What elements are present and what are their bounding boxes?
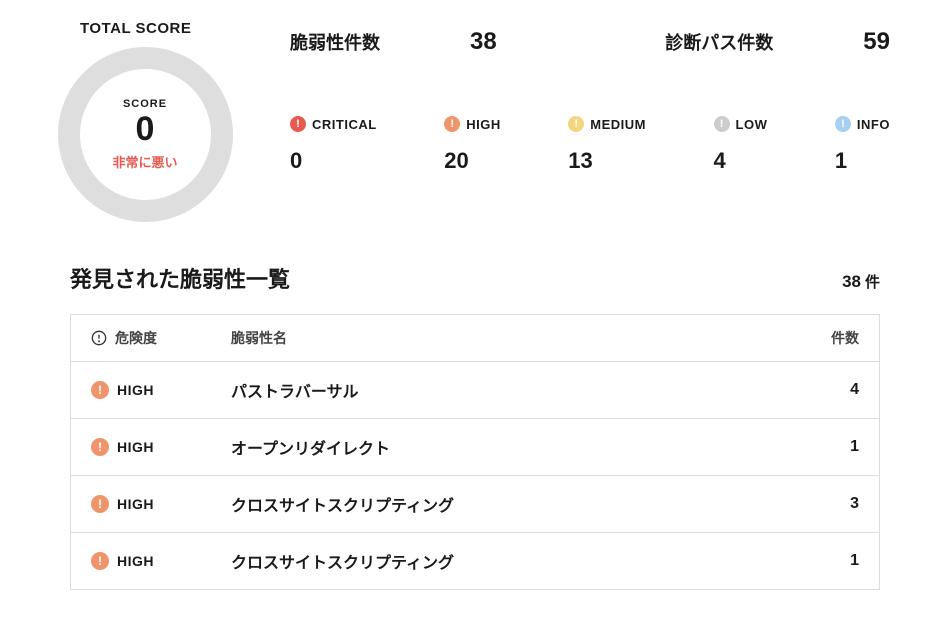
score-column: TOTAL SCORE SCORE 0 非常に悪い — [40, 20, 250, 222]
col-header-count: 件数 — [799, 328, 859, 348]
severity-critical: ! CRITICAL 0 — [290, 116, 377, 174]
row-severity: ! HIGH — [91, 438, 231, 456]
score-gauge-value: 0 — [136, 112, 155, 146]
alert-icon: ! — [568, 116, 584, 132]
col-header-severity: 危険度 — [91, 328, 231, 348]
table-row[interactable]: ! HIGH オープンリダイレクト 1 — [71, 419, 879, 476]
severity-info-label: INFO — [857, 117, 890, 132]
row-count: 1 — [799, 552, 859, 570]
vuln-count-block: 脆弱性件数 38 — [290, 28, 497, 56]
severity-medium: ! MEDIUM 13 — [568, 116, 646, 174]
severity-info: ! INFO 1 — [835, 116, 890, 174]
vuln-list-title: 発見された脆弱性一覧 — [70, 262, 290, 294]
row-name: パストラバーサル — [231, 378, 799, 402]
row-severity-label: HIGH — [117, 382, 154, 398]
severity-high-header: ! HIGH — [444, 116, 501, 132]
severity-high-label: HIGH — [466, 117, 501, 132]
col-header-severity-label: 危険度 — [115, 328, 157, 348]
severity-critical-count: 0 — [290, 148, 377, 174]
warning-icon — [91, 330, 107, 346]
row-name: オープンリダイレクト — [231, 435, 799, 459]
row-name: クロスサイトスクリプティング — [231, 549, 799, 573]
severity-medium-label: MEDIUM — [590, 117, 646, 132]
alert-icon: ! — [835, 116, 851, 132]
summary-section: TOTAL SCORE SCORE 0 非常に悪い 脆弱性件数 38 診断パス件… — [40, 20, 910, 222]
score-gauge-status: 非常に悪い — [112, 152, 177, 171]
alert-icon: ! — [91, 381, 109, 399]
vuln-list-count: 38件 — [842, 271, 880, 292]
row-severity-label: HIGH — [117, 496, 154, 512]
path-count-label: 診断パス件数 — [665, 29, 773, 55]
alert-icon: ! — [91, 552, 109, 570]
vuln-list-section: 発見された脆弱性一覧 38件 危険度 脆弱性名 件数 ! — [40, 262, 910, 590]
alert-icon: ! — [290, 116, 306, 132]
vuln-list-count-unit: 件 — [865, 274, 880, 291]
severity-medium-header: ! MEDIUM — [568, 116, 646, 132]
severity-info-header: ! INFO — [835, 116, 890, 132]
vuln-list-header: 発見された脆弱性一覧 38件 — [70, 262, 880, 294]
row-severity: ! HIGH — [91, 381, 231, 399]
col-header-name: 脆弱性名 — [231, 328, 799, 348]
severity-low-header: ! LOW — [714, 116, 768, 132]
severity-medium-count: 13 — [568, 148, 646, 174]
severity-critical-label: CRITICAL — [312, 117, 377, 132]
table-row[interactable]: ! HIGH パストラバーサル 4 — [71, 362, 879, 419]
path-count-value: 59 — [863, 28, 890, 56]
alert-icon: ! — [444, 116, 460, 132]
path-count-block: 診断パス件数 59 — [665, 28, 890, 56]
alert-icon: ! — [714, 116, 730, 132]
row-count: 3 — [799, 495, 859, 513]
severity-row: ! CRITICAL 0 ! HIGH 20 ! MEDIUM 13 — [290, 116, 910, 174]
row-severity: ! HIGH — [91, 495, 231, 513]
table-row[interactable]: ! HIGH クロスサイトスクリプティング 1 — [71, 533, 879, 589]
score-gauge: SCORE 0 非常に悪い — [58, 47, 233, 222]
alert-icon: ! — [91, 438, 109, 456]
vuln-table: 危険度 脆弱性名 件数 ! HIGH パストラバーサル 4 ! HIGH オープ… — [70, 314, 880, 590]
severity-high-count: 20 — [444, 148, 501, 174]
alert-icon: ! — [91, 495, 109, 513]
stats-top-row: 脆弱性件数 38 診断パス件数 59 — [290, 28, 910, 56]
severity-critical-header: ! CRITICAL — [290, 116, 377, 132]
severity-low-count: 4 — [714, 148, 768, 174]
row-name: クロスサイトスクリプティング — [231, 492, 799, 516]
severity-low-label: LOW — [736, 117, 768, 132]
row-count: 4 — [799, 381, 859, 399]
row-severity-label: HIGH — [117, 439, 154, 455]
vuln-count-label: 脆弱性件数 — [290, 29, 380, 55]
row-severity-label: HIGH — [117, 553, 154, 569]
vuln-table-header-row: 危険度 脆弱性名 件数 — [71, 315, 879, 362]
severity-high: ! HIGH 20 — [444, 116, 501, 174]
row-severity: ! HIGH — [91, 552, 231, 570]
severity-info-count: 1 — [835, 148, 890, 174]
severity-low: ! LOW 4 — [714, 116, 768, 174]
vuln-count-value: 38 — [470, 28, 497, 56]
table-row[interactable]: ! HIGH クロスサイトスクリプティング 3 — [71, 476, 879, 533]
row-count: 1 — [799, 438, 859, 456]
total-score-label: TOTAL SCORE — [40, 20, 250, 37]
stats-column: 脆弱性件数 38 診断パス件数 59 ! CRITICAL 0 ! HIGH — [290, 20, 910, 222]
score-gauge-label: SCORE — [123, 98, 167, 110]
vuln-list-count-value: 38 — [842, 272, 861, 291]
